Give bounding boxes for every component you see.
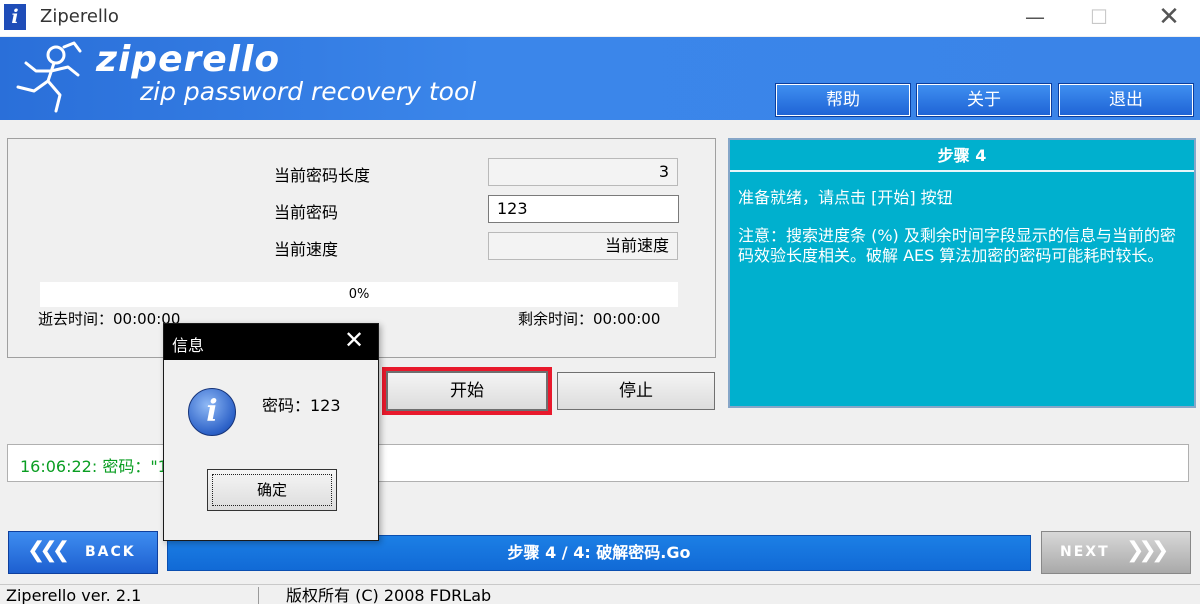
dialog-title-bar: 信息 ✕ bbox=[164, 324, 378, 360]
focus-ring bbox=[212, 474, 332, 506]
current-speed-label: 当前速度 bbox=[274, 240, 339, 259]
next-button[interactable]: NEXT ❯❯❯ bbox=[1041, 531, 1191, 574]
progress-percent: 0% bbox=[348, 287, 370, 302]
dialog-title: 信息 bbox=[172, 336, 205, 355]
progress-bar: 0% bbox=[40, 282, 678, 307]
help-button[interactable]: 帮助 bbox=[775, 83, 911, 117]
back-arrows-icon: ❮❮❮ bbox=[27, 538, 70, 563]
back-label: BACK bbox=[85, 544, 136, 560]
next-label: NEXT bbox=[1060, 544, 1110, 560]
status-divider bbox=[258, 587, 259, 604]
step-info-note: 注意：搜索进度条 (%) 及剩余时间字段显示的信息与当前的密码效验长度相关。破解… bbox=[738, 226, 1176, 265]
status-version: Ziperello ver. 2.1 bbox=[6, 586, 142, 604]
step-info-panel: 步骤 4 准备就绪，请点击 [开始] 按钮 注意：搜索进度条 (%) 及剩余时间… bbox=[728, 138, 1196, 408]
remaining-time: 剩余时间：00:00:00 bbox=[518, 310, 661, 328]
close-button[interactable]: ✕ bbox=[1146, 0, 1192, 36]
next-arrows-icon: ❯❯❯ bbox=[1126, 538, 1169, 563]
app-icon: i bbox=[4, 4, 26, 30]
about-button[interactable]: 关于 bbox=[916, 83, 1052, 117]
dialog-message: 密码：123 bbox=[262, 396, 341, 415]
information-icon: i bbox=[188, 388, 236, 436]
stop-button[interactable]: 停止 bbox=[557, 372, 715, 410]
status-copyright: 版权所有 (C) 2008 FDRLab bbox=[286, 586, 492, 604]
current-password-label: 当前密码 bbox=[274, 203, 339, 222]
exit-button[interactable]: 退出 bbox=[1058, 83, 1194, 117]
info-dialog: 信息 ✕ i 密码：123 确定 bbox=[163, 323, 379, 541]
brand-name: ziperello bbox=[96, 39, 281, 80]
password-length-field: 3 bbox=[488, 158, 678, 186]
title-bar: i Ziperello — ☐ ✕ bbox=[0, 0, 1200, 36]
window-title: Ziperello bbox=[40, 6, 119, 27]
runner-logo-icon bbox=[16, 41, 82, 113]
dialog-close-button[interactable]: ✕ bbox=[344, 326, 364, 354]
brand-tagline: zip password recovery tool bbox=[140, 77, 477, 106]
maximize-button[interactable]: ☐ bbox=[1076, 0, 1122, 36]
status-bar: Ziperello ver. 2.1 版权所有 (C) 2008 FDRLab bbox=[0, 584, 1200, 604]
back-button[interactable]: ❮❮❮ BACK bbox=[8, 531, 158, 574]
dialog-ok-button[interactable]: 确定 bbox=[207, 469, 337, 511]
current-password-field[interactable]: 123 bbox=[488, 195, 679, 223]
step-info-ready: 准备就绪，请点击 [开始] 按钮 bbox=[738, 188, 953, 207]
current-speed-field: 当前速度 bbox=[488, 232, 678, 260]
minimize-button[interactable]: — bbox=[1012, 0, 1058, 36]
password-length-label: 当前密码长度 bbox=[274, 166, 371, 185]
banner: ziperello zip password recovery tool 帮助 … bbox=[0, 37, 1200, 120]
elapsed-time: 逝去时间：00:00:00 bbox=[38, 310, 181, 328]
step-info-header: 步骤 4 bbox=[730, 140, 1194, 172]
start-button[interactable]: 开始 bbox=[386, 371, 548, 411]
app-window: i Ziperello — ☐ ✕ ziperello zip password… bbox=[0, 0, 1200, 604]
